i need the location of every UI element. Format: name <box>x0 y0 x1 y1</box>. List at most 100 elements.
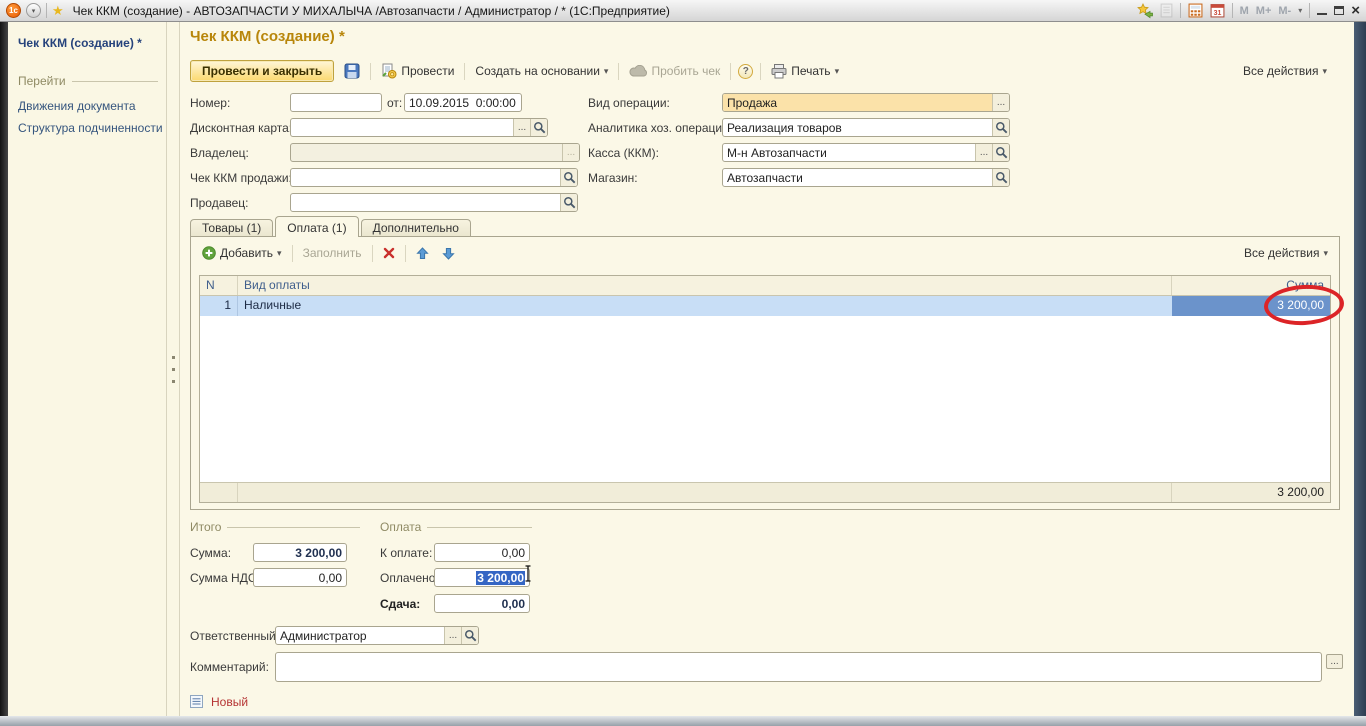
calculator-icon[interactable] <box>1188 3 1203 18</box>
add-favorite-icon[interactable] <box>1137 3 1153 19</box>
comment-value[interactable] <box>276 653 1321 681</box>
operation-type-value[interactable]: Продажа <box>723 94 992 111</box>
cash-register-select-button[interactable]: ... <box>975 144 992 161</box>
store-field[interactable]: Автозапчасти <box>722 168 1010 187</box>
post-button[interactable]: Провести <box>378 61 457 81</box>
print-button[interactable]: Печать▾ <box>768 62 842 81</box>
responsible-value[interactable]: Администратор <box>276 627 444 644</box>
seller-value[interactable] <box>291 194 560 211</box>
analytics-value[interactable]: Реализация товаров <box>723 119 992 136</box>
memory-plus-button[interactable]: M+ <box>1256 5 1272 17</box>
to-pay-label: К оплате: <box>380 546 432 560</box>
create-based-on-button[interactable]: Создать на основании▾ <box>472 62 611 80</box>
analytics-field[interactable]: Реализация товаров <box>722 118 1010 137</box>
sale-check-value[interactable] <box>291 169 560 186</box>
seller-field[interactable] <box>290 193 578 212</box>
vat-value[interactable]: 0,00 <box>254 569 346 586</box>
responsible-search-button[interactable] <box>461 627 478 644</box>
post-and-close-button[interactable]: Провести и закрыть <box>190 60 334 82</box>
paid-value-selected[interactable]: 3 200,00 <box>476 571 525 585</box>
table-all-actions-label: Все действия <box>1244 246 1319 260</box>
cash-register-value[interactable]: М-н Автозапчасти <box>723 144 975 161</box>
date-value[interactable]: 10.09.2015 0:00:00 <box>405 94 521 111</box>
operation-type-field[interactable]: Продажа ... <box>722 93 1010 112</box>
discount-card-label: Дисконтная карта: <box>190 121 292 135</box>
screen-right-edge <box>1354 22 1366 716</box>
save-button[interactable] <box>341 61 363 81</box>
help-button[interactable]: ? <box>738 64 753 79</box>
discount-card-select-button[interactable]: ... <box>513 119 530 136</box>
responsible-select-button[interactable]: ... <box>444 627 461 644</box>
memory-minus-button[interactable]: M- <box>1278 5 1291 17</box>
change-field[interactable]: 0,00 <box>434 594 530 613</box>
magnifier-icon <box>464 629 477 642</box>
operation-type-select-button[interactable]: ... <box>992 94 1009 111</box>
minimize-button[interactable] <box>1317 6 1327 15</box>
main-menu-button[interactable]: ▾ <box>26 3 41 18</box>
close-button[interactable]: × <box>1351 3 1360 18</box>
calendar-icon[interactable] <box>1210 3 1225 18</box>
post-button-label: Провести <box>401 64 454 78</box>
all-actions-button[interactable]: Все действия▾ <box>1240 62 1330 80</box>
titlebar-more-button[interactable]: ▾ <box>1298 6 1302 15</box>
sum-field[interactable]: 3 200,00 <box>253 543 347 562</box>
change-value[interactable]: 0,00 <box>435 595 529 612</box>
sidebar-link-subordination-structure[interactable]: Структура подчиненности <box>18 121 158 135</box>
maximize-button[interactable] <box>1334 6 1344 15</box>
comment-expand-button[interactable]: ... <box>1326 654 1343 669</box>
move-up-button[interactable] <box>413 245 432 262</box>
add-row-button[interactable]: Добавить▾ <box>199 244 285 262</box>
seller-search-button[interactable] <box>560 194 577 211</box>
store-value[interactable]: Автозапчасти <box>723 169 992 186</box>
table-row[interactable]: 1 Наличные 3 200,00 <box>200 296 1330 316</box>
move-down-button[interactable] <box>439 245 458 262</box>
cell-amount-selected[interactable]: 3 200,00 <box>1172 296 1330 316</box>
table-all-actions-button[interactable]: Все действия▾ <box>1241 244 1331 262</box>
cell-row-number[interactable]: 1 <box>200 296 238 316</box>
number-value[interactable] <box>291 94 381 111</box>
comment-field[interactable] <box>275 652 1322 682</box>
table-footer-row: 3 200,00 <box>200 482 1330 502</box>
discount-card-field[interactable]: ... <box>290 118 548 137</box>
tab-additional[interactable]: Дополнительно <box>361 219 471 237</box>
sale-check-field[interactable] <box>290 168 578 187</box>
paid-field[interactable]: 3 200,00 <box>434 568 530 587</box>
magnifier-icon <box>995 171 1008 184</box>
to-pay-value[interactable]: 0,00 <box>435 544 529 561</box>
magnifier-icon <box>563 196 576 209</box>
responsible-field[interactable]: Администратор ... <box>275 626 479 645</box>
arrow-down-icon <box>442 247 455 260</box>
date-field[interactable]: 10.09.2015 0:00:00 <box>404 93 522 112</box>
tab-payment[interactable]: Оплата (1) <box>275 216 358 237</box>
vat-field[interactable]: 0,00 <box>253 568 347 587</box>
analytics-search-button[interactable] <box>992 119 1009 136</box>
memory-recall-button[interactable]: M <box>1240 5 1249 17</box>
cash-register-search-button[interactable] <box>992 144 1009 161</box>
document-icon[interactable] <box>1160 3 1173 18</box>
sum-value[interactable]: 3 200,00 <box>254 544 346 561</box>
sidebar-link-document-movements[interactable]: Движения документа <box>18 99 158 113</box>
sidebar: Чек ККМ (создание) * Перейти Движения до… <box>8 22 166 716</box>
column-header-n[interactable]: N <box>200 276 238 295</box>
cash-register-field[interactable]: М-н Автозапчасти ... <box>722 143 1010 162</box>
sale-check-label: Чек ККМ продажи: <box>190 171 292 185</box>
discount-card-search-button[interactable] <box>530 119 547 136</box>
cell-payment-type[interactable]: Наличные <box>238 296 1172 316</box>
paid-label: Оплачено: <box>380 571 439 585</box>
store-search-button[interactable] <box>992 169 1009 186</box>
column-header-amount[interactable]: Сумма <box>1172 276 1330 295</box>
column-header-payment-type[interactable]: Вид оплаты <box>238 276 1172 295</box>
discount-card-value[interactable] <box>291 119 513 136</box>
number-field[interactable] <box>290 93 382 112</box>
fill-button[interactable]: Заполнить <box>300 244 365 262</box>
punch-check-button[interactable]: Пробить чек <box>626 62 723 80</box>
sidebar-splitter[interactable] <box>166 22 180 716</box>
toolbar-separator <box>370 63 371 80</box>
sale-check-search-button[interactable] <box>560 169 577 186</box>
tab-goods[interactable]: Товары (1) <box>190 219 273 237</box>
number-label: Номер: <box>190 96 230 110</box>
to-pay-field[interactable]: 0,00 <box>434 543 530 562</box>
table-empty-area[interactable] <box>200 316 1330 482</box>
delete-row-button[interactable] <box>380 245 398 261</box>
favorites-star-icon[interactable]: ★ <box>52 4 64 17</box>
